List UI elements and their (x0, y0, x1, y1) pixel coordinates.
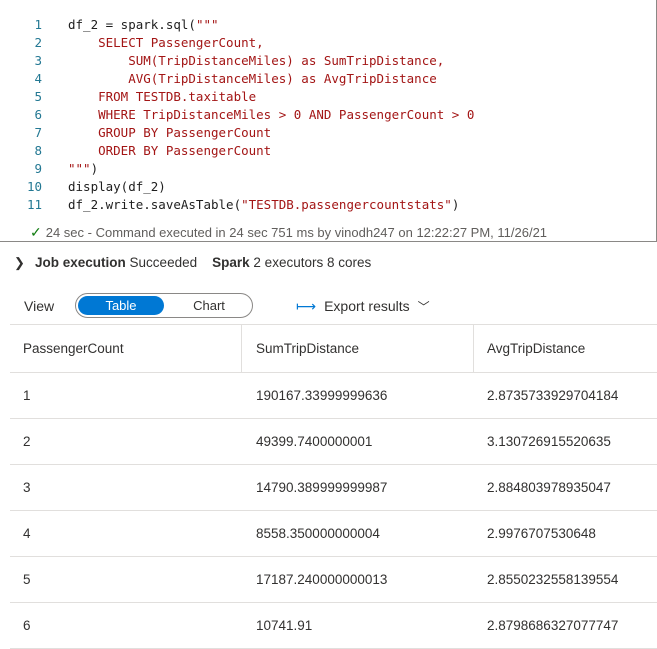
code-text: FROM TESTDB.taxitable (68, 88, 256, 106)
line-number: 2 (34, 35, 42, 50)
code-token: ) (90, 161, 99, 176)
line-number: 6 (34, 107, 42, 122)
table-cell: 8558.350000000004 (256, 526, 380, 541)
export-arrow-icon: ⟼ (296, 298, 317, 314)
code-text: GROUP BY PassengerCount (68, 124, 271, 142)
table-cell: 2.9976707530648 (487, 526, 596, 541)
execution-status-text: 24 sec - Command executed in 24 sec 751 … (45, 225, 548, 240)
code-line[interactable]: 6 WHERE TripDistanceMiles > 0 AND Passen… (0, 106, 650, 124)
column-header-passengercount[interactable]: PassengerCount (23, 325, 124, 372)
job-execution-state: Succeeded (129, 255, 198, 270)
chevron-right-icon[interactable]: ❯ (14, 252, 25, 274)
code-line[interactable]: 8 ORDER BY PassengerCount (0, 142, 650, 160)
line-number: 1 (34, 17, 42, 32)
code-token: df_2 = spark.sql( (68, 17, 196, 32)
table-cell: 3.130726915520635 (487, 434, 611, 449)
table-cell: 2.8735733929704184 (487, 388, 619, 403)
code-string-token: SUM(TripDistanceMiles) as SumTripDistanc… (68, 53, 445, 68)
table-row: 2 49399.7400000001 3.130726915520635 (10, 419, 657, 465)
table-cell: 2.8798686327077747 (487, 618, 619, 633)
export-results-button[interactable]: ⟼ Export results ﹀ (296, 296, 430, 316)
code-line[interactable]: 7 GROUP BY PassengerCount (0, 124, 650, 142)
table-row: 6 10741.91 2.8798686327077747 (10, 603, 657, 649)
table-header-row: PassengerCount SumTripDistance AvgTripDi… (10, 325, 657, 373)
table-tab-button[interactable]: Table (78, 296, 164, 315)
code-string-token: WHERE TripDistanceMiles > 0 AND Passenge… (68, 107, 475, 122)
execution-status: ✓ 24 sec - Command executed in 24 sec 751… (30, 223, 547, 241)
code-text: df_2 = spark.sql(""" (68, 16, 219, 34)
code-line[interactable]: 10 display(df_2) (0, 178, 650, 196)
line-number: 4 (34, 71, 42, 86)
code-text: df_2.write.saveAsTable("TESTDB.passenger… (68, 196, 459, 214)
code-text: ORDER BY PassengerCount (68, 142, 271, 160)
line-number: 9 (34, 161, 42, 176)
code-cell[interactable]: 1 df_2 = spark.sql(""" 2 SELECT PassengerC… (0, 0, 657, 242)
table-cell: 190167.33999999636 (256, 388, 388, 403)
code-token: df_2.write.saveAsTable( (68, 197, 242, 212)
results-table: PassengerCount SumTripDistance AvgTripDi… (10, 324, 657, 649)
code-text: SUM(TripDistanceMiles) as SumTripDistanc… (68, 52, 444, 70)
table-cell: 14790.389999999987 (256, 480, 388, 495)
column-header-sumtripdistance[interactable]: SumTripDistance (256, 325, 359, 372)
line-number: 3 (34, 53, 42, 68)
code-text: """) (68, 160, 98, 178)
view-toggle[interactable]: Table Chart (75, 293, 253, 318)
table-cell: 49399.7400000001 (256, 434, 373, 449)
line-number: 8 (34, 143, 42, 158)
line-number: 11 (26, 197, 42, 212)
table-cell: 3 (23, 480, 31, 495)
code-line[interactable]: 5 FROM TESTDB.taxitable (0, 88, 650, 106)
code-string-token: """ (195, 17, 219, 32)
code-line[interactable]: 2 SELECT PassengerCount, (0, 34, 650, 52)
code-line[interactable]: 3 SUM(TripDistanceMiles) as SumTripDista… (0, 52, 650, 70)
export-results-label: Export results (324, 298, 410, 314)
table-cell: 5 (23, 572, 31, 587)
column-header-avgtripdistance[interactable]: AvgTripDistance (487, 325, 585, 372)
code-line[interactable]: 1 df_2 = spark.sql(""" (0, 16, 650, 34)
view-label: View (24, 298, 55, 314)
line-number: 10 (26, 179, 42, 194)
code-line[interactable]: 4 AVG(TripDistanceMiles) as AvgTripDista… (0, 70, 650, 88)
code-string-token: SELECT PassengerCount, (68, 35, 264, 50)
line-number: 7 (34, 125, 42, 140)
chart-tab-button[interactable]: Chart (166, 296, 252, 315)
table-cell: 2 (23, 434, 31, 449)
code-string-token: """ (68, 161, 91, 176)
code-string-token: GROUP BY PassengerCount (68, 125, 272, 140)
job-execution-label: Job execution (35, 255, 126, 270)
code-text: SELECT PassengerCount, (68, 34, 264, 52)
code-line[interactable]: 11 df_2.write.saveAsTable("TESTDB.passeng… (0, 196, 650, 214)
code-text: display(df_2) (68, 178, 166, 196)
table-cell: 10741.91 (256, 618, 313, 633)
table-cell: 17187.240000000013 (256, 572, 388, 587)
table-cell: 4 (23, 526, 31, 541)
spark-info: 2 executors 8 cores (253, 255, 372, 270)
table-row: 4 8558.350000000004 2.9976707530648 (10, 511, 657, 557)
chevron-down-icon: ﹀ (417, 300, 430, 314)
checkmark-icon: ✓ (30, 224, 42, 240)
table-cell: 1 (23, 388, 31, 403)
line-number: 5 (34, 89, 42, 104)
spark-label: Spark (212, 255, 250, 270)
table-cell: 2.8550232558139554 (487, 572, 619, 587)
table-row: 5 17187.240000000013 2.8550232558139554 (10, 557, 657, 603)
code-token: ) (451, 197, 460, 212)
table-cell: 2.884803978935047 (487, 480, 611, 495)
code-string-token: AVG(TripDistanceMiles) as AvgTripDistanc… (68, 71, 437, 86)
table-row: 1 190167.33999999636 2.8735733929704184 (10, 373, 657, 419)
code-line[interactable]: 9 """) (0, 160, 650, 178)
code-string-token: "TESTDB.passengercountstats" (241, 197, 452, 212)
table-cell: 6 (23, 618, 31, 633)
code-string-token: FROM TESTDB.taxitable (68, 89, 257, 104)
code-text: WHERE TripDistanceMiles > 0 AND Passenge… (68, 106, 474, 124)
table-row: 3 14790.389999999987 2.884803978935047 (10, 465, 657, 511)
code-token: display(df_2) (68, 179, 166, 194)
code-text: AVG(TripDistanceMiles) as AvgTripDistanc… (68, 70, 437, 88)
code-string-token: ORDER BY PassengerCount (68, 143, 272, 158)
